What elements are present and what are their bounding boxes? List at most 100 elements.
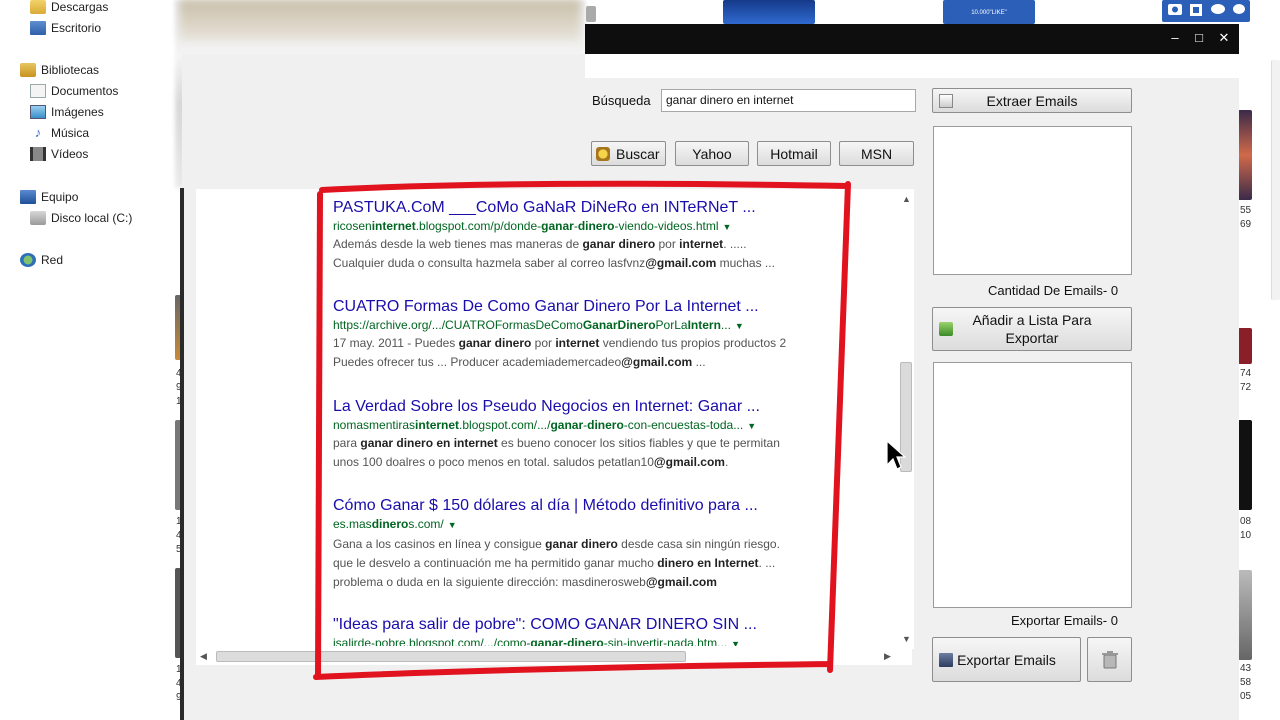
document-icon [30,84,46,98]
music-note-icon: ♪ [34,125,42,140]
background-thumbnail [586,6,596,22]
scroll-left-arrow-icon[interactable]: ◀ [200,651,207,662]
nav-item-escritorio[interactable]: Escritorio [30,21,101,35]
nav-item-descargas[interactable]: Descargas [30,0,108,14]
result-snippet: Gana a los casinos en línea y consigue g… [333,537,780,551]
search-input[interactable]: ganar dinero en internet [661,89,916,112]
result-title-link[interactable]: Cómo Ganar $ 150 dólares al día | Método… [333,496,853,516]
nav-item-disco-local[interactable]: Disco local (C:) [30,211,132,225]
scroll-down-arrow-icon[interactable]: ▼ [902,634,911,644]
caret-down-icon[interactable]: ▼ [723,222,732,232]
background-thumbnail [723,0,815,24]
caret-down-icon[interactable]: ▼ [448,520,457,530]
background-number: 43 [1240,663,1252,674]
nav-label: Equipo [41,190,79,204]
film-icon [30,147,46,161]
explorer-nav-pane: Descargas Escritorio Bibliotecas Documen… [0,0,180,720]
nav-label: Bibliotecas [41,63,100,77]
nav-item-videos[interactable]: Vídeos [30,147,88,161]
caret-down-icon[interactable]: ▼ [735,321,744,331]
background-right-strip: 55 69 74 72 08 10 43 58 05 [1238,60,1280,720]
scroll-right-arrow-icon[interactable]: ▶ [884,651,891,662]
nav-label: Imágenes [51,105,104,119]
add-download-icon [939,322,953,336]
button-label: Buscar [616,145,660,162]
camera-share-icons [1168,4,1245,16]
result-url[interactable]: ricoseninternet.blogspot.com/p/donde-gan… [333,218,853,235]
search-result: "Ideas para salir de pobre": COMO GANAR … [333,615,853,646]
url-text: es.masdineros.com/ [333,517,444,531]
app-title-bar[interactable]: – □ ✕ [585,24,1239,54]
anadir-lista-button[interactable]: Añadir a Lista Para Exportar [932,307,1132,351]
button-label-line1: Añadir a Lista Para [972,312,1092,328]
library-icon [20,63,36,77]
folder-icon [30,0,46,14]
button-label-line2: Exportar [1005,330,1059,346]
exportar-emails-button[interactable]: Exportar Emails [932,637,1081,682]
background-number: 10 [1240,530,1252,541]
result-snippet: para ganar dinero en internet es bueno c… [333,436,780,450]
nav-label: Música [51,126,90,140]
search-label: Búsqueda [592,93,651,108]
nav-item-documentos[interactable]: Documentos [30,84,118,98]
url-text: https://archive.org/.../CUATROFormasDeCo… [333,318,731,332]
extraer-emails-button[interactable]: Extraer Emails [932,88,1132,113]
mouse-cursor-icon [886,440,906,470]
url-text: isalirde-pobre.blogspot.com/.../como-gan… [333,636,728,646]
cantidad-emails-label: Cantidad De Emails- 0 [988,283,1119,298]
button-label: Exportar Emails [957,651,1056,668]
background-number: 58 [1240,677,1252,688]
result-snippet: 17 may. 2011 - Puedes ganar dinero por i… [333,336,787,350]
disk-drive-icon [30,211,46,225]
msn-button[interactable]: MSN [839,141,914,166]
nav-label: Descargas [51,0,109,14]
result-url[interactable]: https://archive.org/.../CUATROFormasDeCo… [333,317,853,334]
background-number: 55 [1240,205,1252,216]
background-number: 69 [1240,219,1252,230]
result-title-link[interactable]: La Verdad Sobre los Pseudo Negocios en I… [333,397,853,417]
result-title-link[interactable]: PASTUKA.CoM ___CoMo GaNaR DiNeRo en INTe… [333,198,853,218]
export-list[interactable] [933,362,1132,608]
background-number: 72 [1240,382,1252,393]
nav-item-imagenes[interactable]: Imágenes [30,105,104,119]
nav-label: Documentos [51,84,119,98]
search-engine-icon [596,146,610,161]
nav-item-red[interactable]: Red [20,253,63,267]
url-text: ricoseninternet.blogspot.com/p/donde-gan… [333,219,719,233]
close-icon[interactable]: ✕ [1214,29,1234,47]
result-url[interactable]: nomasmentirasinternet.blogspot.com/.../g… [333,417,853,434]
hotmail-button[interactable]: Hotmail [757,141,831,166]
social-icons-banner [1162,0,1250,22]
screen: Descargas Escritorio Bibliotecas Documen… [0,0,1280,720]
caret-down-icon[interactable]: ▼ [731,639,740,646]
nav-item-equipo[interactable]: Equipo [20,190,78,204]
network-icon [20,253,36,267]
buscar-button[interactable]: Buscar [591,141,666,166]
result-snippet: unos 100 doalres o poco menos en total. … [333,455,729,469]
nav-item-musica[interactable]: ♪ Música [30,125,90,141]
result-title-link[interactable]: "Ideas para salir de pobre": COMO GANAR … [333,615,853,635]
background-thumbnail [1238,328,1252,364]
minimize-icon[interactable]: – [1165,29,1185,47]
delete-button[interactable] [1087,637,1132,682]
url-text: nomasmentirasinternet.blogspot.com/.../g… [333,418,744,432]
horizontal-scroll-thumb[interactable] [216,651,686,662]
background-thumbnail [1238,420,1252,510]
result-title-link[interactable]: CUATRO Formas De Como Ganar Dinero Por L… [333,297,853,317]
button-label: Extraer Emails [986,92,1078,109]
nav-label: Escritorio [51,21,102,35]
result-snippet: Puedes ofrecer tus ... Producer academia… [333,355,706,369]
result-url[interactable]: es.masdineros.com/ ▼ [333,516,853,533]
app-menu-strip [585,54,1239,78]
button-label: MSN [860,145,893,162]
background-number: 08 [1240,516,1252,527]
desktop-icon [30,21,46,35]
search-result: La Verdad Sobre los Pseudo Negocios en I… [333,397,853,472]
emails-list[interactable] [933,126,1132,275]
maximize-icon[interactable]: □ [1189,29,1209,47]
caret-down-icon[interactable]: ▼ [747,421,756,431]
scroll-up-arrow-icon[interactable]: ▲ [902,194,911,204]
result-url[interactable]: isalirde-pobre.blogspot.com/.../como-gan… [333,635,853,646]
yahoo-button[interactable]: Yahoo [675,141,749,166]
nav-item-bibliotecas[interactable]: Bibliotecas [20,63,99,77]
